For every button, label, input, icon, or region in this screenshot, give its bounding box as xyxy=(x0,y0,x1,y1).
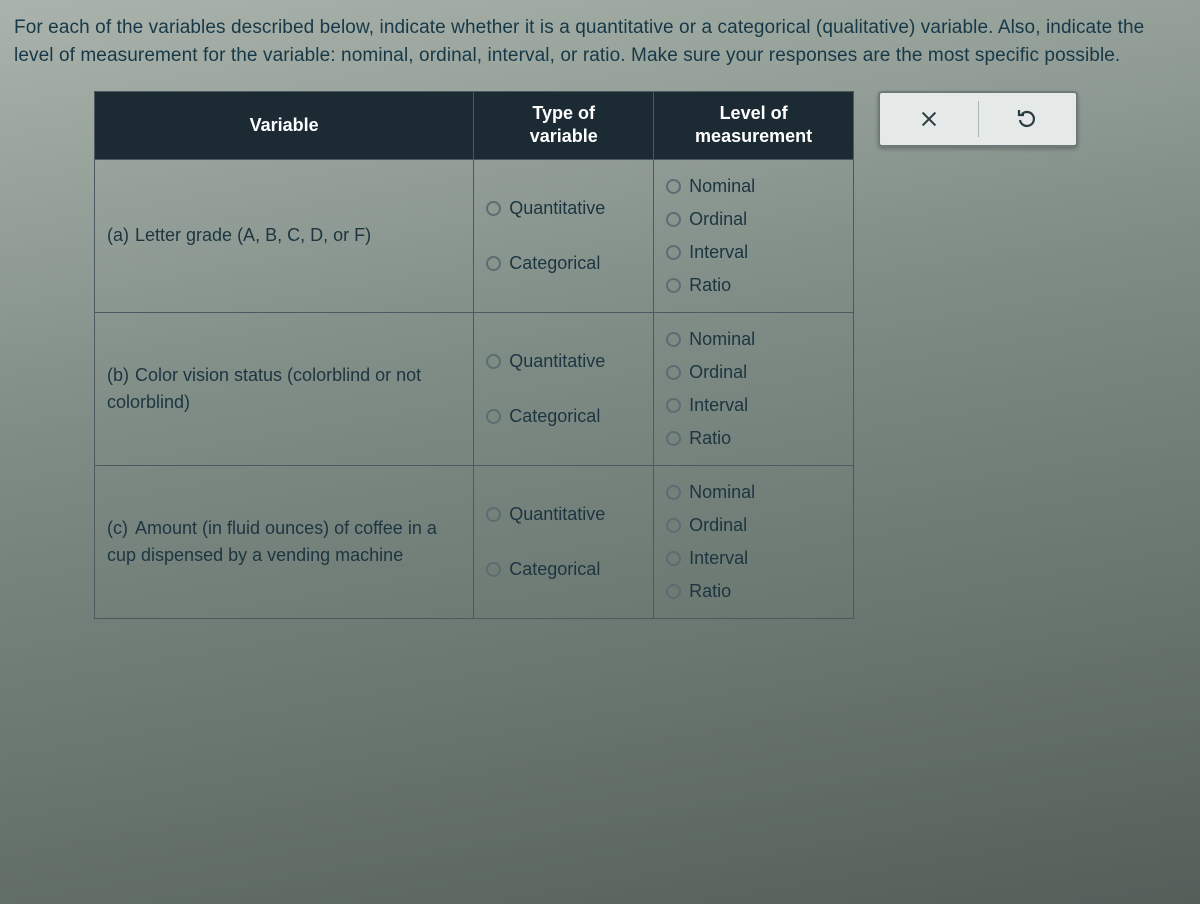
variable-cell: (b)Color vision status (colorblind or no… xyxy=(95,312,474,465)
option-label: Nominal xyxy=(689,482,755,503)
option-interval[interactable]: Interval xyxy=(666,236,841,269)
type-cell: Quantitative Categorical xyxy=(474,159,654,312)
radio-icon[interactable] xyxy=(666,398,681,413)
level-cell: Nominal Ordinal Interval Ratio xyxy=(654,159,854,312)
reset-button[interactable] xyxy=(979,93,1077,145)
option-label: Ratio xyxy=(689,428,731,449)
radio-icon[interactable] xyxy=(486,507,501,522)
question-instructions: For each of the variables described belo… xyxy=(14,14,1186,69)
undo-icon xyxy=(1015,107,1039,131)
radio-icon[interactable] xyxy=(666,431,681,446)
radio-icon[interactable] xyxy=(486,201,501,216)
radio-icon[interactable] xyxy=(666,365,681,380)
option-nominal[interactable]: Nominal xyxy=(666,323,841,356)
level-cell: Nominal Ordinal Interval Ratio xyxy=(654,465,854,618)
clear-button[interactable] xyxy=(880,93,978,145)
radio-icon[interactable] xyxy=(486,354,501,369)
option-nominal[interactable]: Nominal xyxy=(666,170,841,203)
variable-table: Variable Type of variable Level of measu… xyxy=(94,91,854,619)
header-type: Type of variable xyxy=(474,92,654,160)
row-marker: (a) xyxy=(107,222,135,249)
option-ratio[interactable]: Ratio xyxy=(666,575,841,608)
option-label: Nominal xyxy=(689,176,755,197)
radio-icon[interactable] xyxy=(666,179,681,194)
radio-icon[interactable] xyxy=(486,256,501,271)
variable-text: Amount (in fluid ounces) of coffee in a … xyxy=(107,518,437,565)
table-row: (c)Amount (in fluid ounces) of coffee in… xyxy=(95,465,854,618)
radio-icon[interactable] xyxy=(486,409,501,424)
radio-icon[interactable] xyxy=(486,562,501,577)
option-label: Ratio xyxy=(689,581,731,602)
option-quantitative[interactable]: Quantitative xyxy=(486,345,641,378)
option-label: Categorical xyxy=(509,406,600,427)
option-label: Quantitative xyxy=(509,198,605,219)
option-label: Interval xyxy=(689,395,748,416)
option-label: Categorical xyxy=(509,559,600,580)
option-nominal[interactable]: Nominal xyxy=(666,476,841,509)
x-icon xyxy=(918,108,940,130)
option-label: Nominal xyxy=(689,329,755,350)
option-ratio[interactable]: Ratio xyxy=(666,269,841,302)
option-label: Ordinal xyxy=(689,209,747,230)
option-label: Quantitative xyxy=(509,351,605,372)
option-label: Interval xyxy=(689,548,748,569)
option-label: Ratio xyxy=(689,275,731,296)
option-label: Categorical xyxy=(509,253,600,274)
option-label: Ordinal xyxy=(689,515,747,536)
level-cell: Nominal Ordinal Interval Ratio xyxy=(654,312,854,465)
radio-icon[interactable] xyxy=(666,518,681,533)
radio-icon[interactable] xyxy=(666,245,681,260)
variable-cell: (a)Letter grade (A, B, C, D, or F) xyxy=(95,159,474,312)
option-ordinal[interactable]: Ordinal xyxy=(666,356,841,389)
radio-icon[interactable] xyxy=(666,584,681,599)
action-toolbar xyxy=(878,91,1078,147)
radio-icon[interactable] xyxy=(666,278,681,293)
type-cell: Quantitative Categorical xyxy=(474,312,654,465)
row-marker: (c) xyxy=(107,515,135,542)
option-label: Quantitative xyxy=(509,504,605,525)
option-label: Ordinal xyxy=(689,362,747,383)
option-quantitative[interactable]: Quantitative xyxy=(486,498,641,531)
type-cell: Quantitative Categorical xyxy=(474,465,654,618)
option-label: Interval xyxy=(689,242,748,263)
radio-icon[interactable] xyxy=(666,332,681,347)
variable-cell: (c)Amount (in fluid ounces) of coffee in… xyxy=(95,465,474,618)
option-ordinal[interactable]: Ordinal xyxy=(666,509,841,542)
radio-icon[interactable] xyxy=(666,212,681,227)
option-interval[interactable]: Interval xyxy=(666,542,841,575)
header-variable: Variable xyxy=(95,92,474,160)
table-row: (a)Letter grade (A, B, C, D, or F) Quant… xyxy=(95,159,854,312)
option-categorical[interactable]: Categorical xyxy=(486,400,641,433)
option-ordinal[interactable]: Ordinal xyxy=(666,203,841,236)
option-categorical[interactable]: Categorical xyxy=(486,553,641,586)
option-ratio[interactable]: Ratio xyxy=(666,422,841,455)
option-interval[interactable]: Interval xyxy=(666,389,841,422)
table-row: (b)Color vision status (colorblind or no… xyxy=(95,312,854,465)
row-marker: (b) xyxy=(107,362,135,389)
option-quantitative[interactable]: Quantitative xyxy=(486,192,641,225)
option-categorical[interactable]: Categorical xyxy=(486,247,641,280)
variable-text: Color vision status (colorblind or not c… xyxy=(107,365,421,412)
radio-icon[interactable] xyxy=(666,485,681,500)
radio-icon[interactable] xyxy=(666,551,681,566)
header-level: Level of measurement xyxy=(654,92,854,160)
variable-text: Letter grade (A, B, C, D, or F) xyxy=(135,225,371,245)
